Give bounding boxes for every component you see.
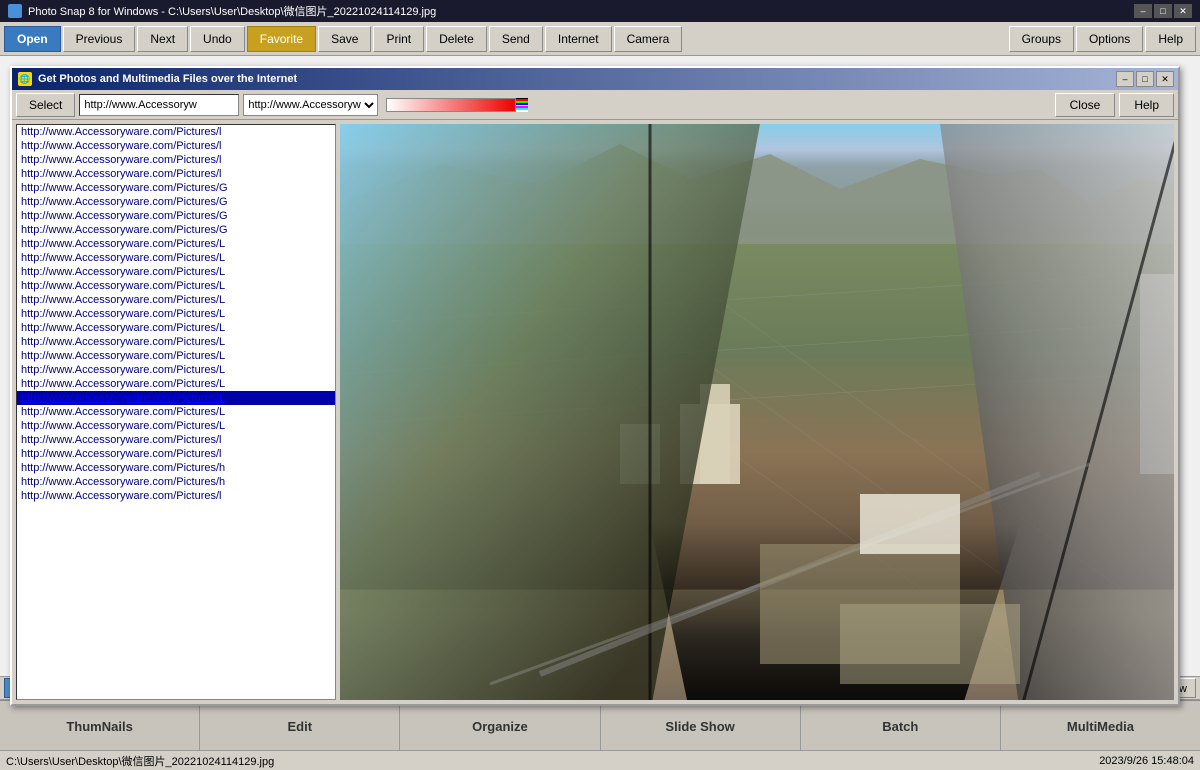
url-input[interactable] bbox=[79, 94, 239, 116]
url-list-item[interactable]: http://www.Accessoryware.com/Pictures/L bbox=[17, 307, 335, 321]
dialog-toolbar: Select http://www.Accessoryw bbox=[12, 90, 1178, 120]
app-icon bbox=[8, 4, 22, 18]
url-list[interactable]: http://www.Accessoryware.com/Pictures/lh… bbox=[16, 124, 336, 700]
internet-dialog: 🌐 Get Photos and Multimedia Files over t… bbox=[10, 66, 1180, 706]
dialog-close-action-button[interactable]: Close bbox=[1055, 93, 1116, 117]
dialog-container: 🌐 Get Photos and Multimedia Files over t… bbox=[0, 56, 1200, 720]
url-list-item[interactable]: http://www.Accessoryware.com/Pictures/L bbox=[17, 391, 335, 405]
dialog-titlebar: 🌐 Get Photos and Multimedia Files over t… bbox=[12, 68, 1178, 90]
status-filepath: C:\Users\User\Desktop\微信图片_2022102411412… bbox=[6, 753, 274, 769]
help-button[interactable]: Help bbox=[1145, 26, 1196, 52]
dialog-close-button[interactable]: ✕ bbox=[1156, 71, 1174, 87]
camera-button[interactable]: Camera bbox=[614, 26, 683, 52]
maximize-button[interactable]: □ bbox=[1154, 4, 1172, 18]
url-list-item[interactable]: http://www.Accessoryware.com/Pictures/l bbox=[17, 489, 335, 503]
groups-button[interactable]: Groups bbox=[1009, 26, 1074, 52]
photo-transition-svg bbox=[340, 124, 1174, 700]
url-list-item[interactable]: http://www.Accessoryware.com/Pictures/h bbox=[17, 475, 335, 489]
image-area bbox=[340, 124, 1174, 700]
dialog-content: http://www.Accessoryware.com/Pictures/lh… bbox=[12, 120, 1178, 704]
url-list-item[interactable]: http://www.Accessoryware.com/Pictures/G bbox=[17, 195, 335, 209]
title-bar: Photo Snap 8 for Windows - C:\Users\User… bbox=[0, 0, 1200, 22]
undo-button[interactable]: Undo bbox=[190, 26, 245, 52]
app-title: Photo Snap 8 for Windows - C:\Users\User… bbox=[28, 3, 436, 19]
url-list-item[interactable]: http://www.Accessoryware.com/Pictures/l bbox=[17, 153, 335, 167]
send-button[interactable]: Send bbox=[489, 26, 543, 52]
url-list-item[interactable]: http://www.Accessoryware.com/Pictures/h bbox=[17, 461, 335, 475]
las-vegas-image bbox=[340, 124, 1174, 700]
options-button[interactable]: Options bbox=[1076, 26, 1143, 52]
url-list-item[interactable]: http://www.Accessoryware.com/Pictures/l bbox=[17, 125, 335, 139]
delete-button[interactable]: Delete bbox=[426, 26, 487, 52]
dialog-icon: 🌐 bbox=[18, 72, 32, 86]
next-button[interactable]: Next bbox=[137, 26, 188, 52]
url-list-item[interactable]: http://www.Accessoryware.com/Pictures/L bbox=[17, 405, 335, 419]
dialog-minimize-button[interactable]: – bbox=[1116, 71, 1134, 87]
status-datetime: 2023/9/26 15:48:04 bbox=[1099, 755, 1194, 767]
url-list-item[interactable]: http://www.Accessoryware.com/Pictures/L bbox=[17, 377, 335, 391]
url-list-item[interactable]: http://www.Accessoryware.com/Pictures/l bbox=[17, 447, 335, 461]
internet-button[interactable]: Internet bbox=[545, 26, 612, 52]
previous-button[interactable]: Previous bbox=[63, 26, 136, 52]
url-list-item[interactable]: http://www.Accessoryware.com/Pictures/L bbox=[17, 349, 335, 363]
favorite-button[interactable]: Favorite bbox=[247, 26, 316, 52]
minimize-button[interactable]: – bbox=[1134, 4, 1152, 18]
url-list-item[interactable]: http://www.Accessoryware.com/Pictures/L bbox=[17, 279, 335, 293]
save-button[interactable]: Save bbox=[318, 26, 371, 52]
color-side-strip bbox=[516, 98, 528, 112]
url-dropdown[interactable]: http://www.Accessoryw bbox=[243, 94, 378, 116]
color-gradient bbox=[386, 98, 516, 112]
open-button[interactable]: Open bbox=[4, 26, 61, 52]
url-list-item[interactable]: http://www.Accessoryware.com/Pictures/G bbox=[17, 181, 335, 195]
color-bar bbox=[386, 98, 528, 112]
close-button[interactable]: ✕ bbox=[1174, 4, 1192, 18]
url-list-item[interactable]: http://www.Accessoryware.com/Pictures/l bbox=[17, 433, 335, 447]
url-list-item[interactable]: http://www.Accessoryware.com/Pictures/G bbox=[17, 209, 335, 223]
url-list-item[interactable]: http://www.Accessoryware.com/Pictures/L bbox=[17, 363, 335, 377]
url-list-item[interactable]: http://www.Accessoryware.com/Pictures/L bbox=[17, 293, 335, 307]
dialog-maximize-button[interactable]: □ bbox=[1136, 71, 1154, 87]
select-button[interactable]: Select bbox=[16, 93, 75, 117]
dialog-title: Get Photos and Multimedia Files over the… bbox=[38, 73, 297, 85]
main-toolbar: Open Previous Next Undo Favorite Save Pr… bbox=[0, 22, 1200, 56]
url-list-item[interactable]: http://www.Accessoryware.com/Pictures/L bbox=[17, 237, 335, 251]
dialog-help-button[interactable]: Help bbox=[1119, 93, 1174, 117]
url-list-item[interactable]: http://www.Accessoryware.com/Pictures/L bbox=[17, 419, 335, 433]
url-list-item[interactable]: http://www.Accessoryware.com/Pictures/G bbox=[17, 223, 335, 237]
url-list-item[interactable]: http://www.Accessoryware.com/Pictures/L bbox=[17, 321, 335, 335]
url-list-item[interactable]: http://www.Accessoryware.com/Pictures/L bbox=[17, 251, 335, 265]
url-list-item[interactable]: http://www.Accessoryware.com/Pictures/l bbox=[17, 167, 335, 181]
print-button[interactable]: Print bbox=[373, 26, 424, 52]
file-path-bar: C:\Users\User\Desktop\微信图片_2022102411412… bbox=[0, 750, 1200, 770]
url-list-item[interactable]: http://www.Accessoryware.com/Pictures/l bbox=[17, 139, 335, 153]
url-list-item[interactable]: http://www.Accessoryware.com/Pictures/L bbox=[17, 265, 335, 279]
url-list-item[interactable]: http://www.Accessoryware.com/Pictures/L bbox=[17, 335, 335, 349]
